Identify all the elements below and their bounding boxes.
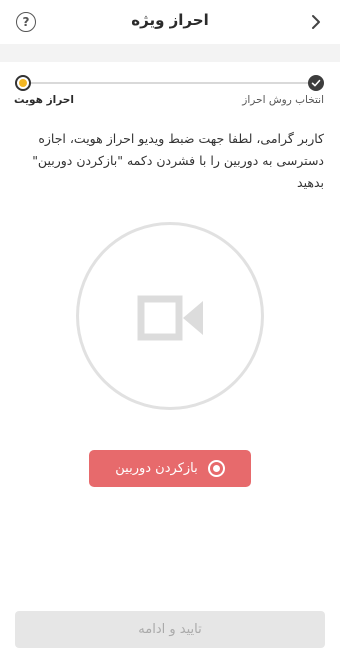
instruction-text: کاربر گرامی، لطفا جهت ضبط ویدیو احراز هو… [32, 131, 324, 190]
open-camera-button[interactable]: بازکردن دوربین [89, 450, 251, 487]
record-icon [207, 460, 225, 477]
step-label-method: انتخاب روش احراز [242, 94, 324, 106]
step-completed-icon [308, 75, 324, 91]
page-title: احراز ویژه [131, 11, 209, 29]
stepper-line [22, 82, 320, 84]
camera-preview [76, 222, 264, 410]
confirm-button[interactable]: تایید و ادامه [15, 611, 325, 648]
progress-stepper: انتخاب روش احراز احراز هویت [0, 62, 340, 122]
step-current-indicator [15, 75, 31, 91]
header-separator [0, 44, 340, 62]
video-camera-icon [137, 295, 203, 341]
step-label-verification: احراز هویت [14, 94, 74, 106]
open-camera-label: بازکردن دوربین [115, 461, 198, 476]
chevron-right-icon[interactable] [306, 12, 326, 32]
app-header: ? احراز ویژه [0, 0, 340, 44]
